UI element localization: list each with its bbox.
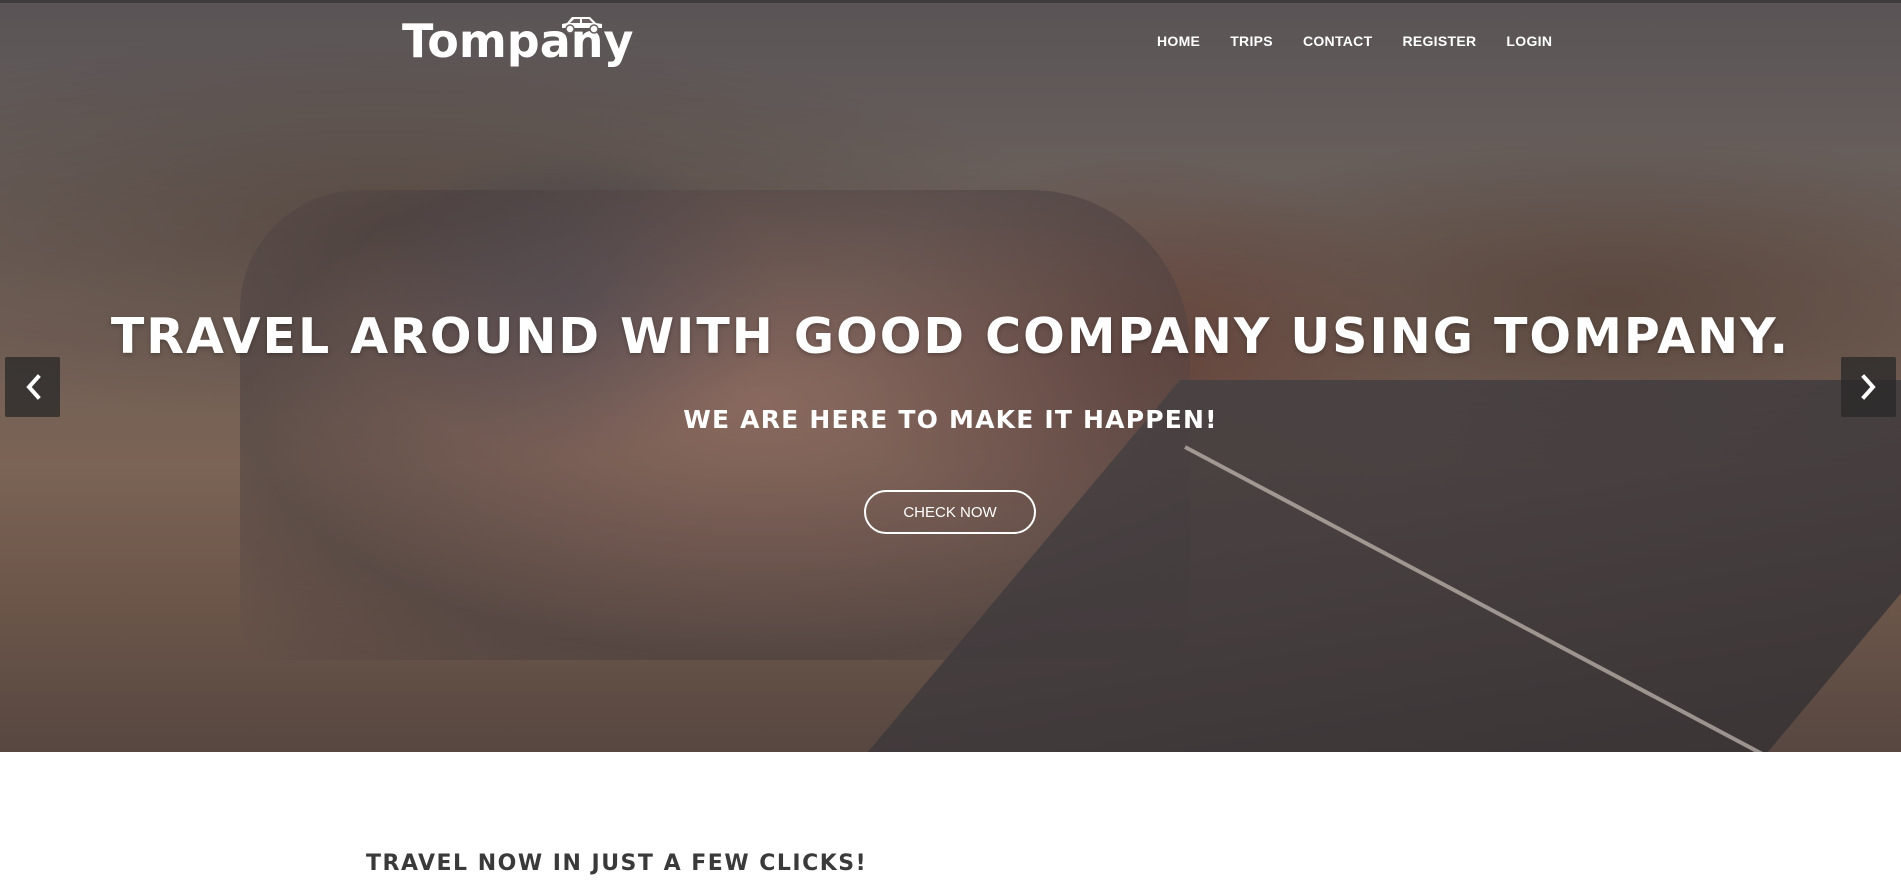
main-menu: HOME TRIPS CONTACT REGISTER LOGIN xyxy=(1157,33,1582,49)
hero-subheadline: WE ARE HERE TO MAKE IT HAPPEN! xyxy=(683,405,1218,434)
chevron-right-icon xyxy=(1860,374,1876,400)
check-now-button[interactable]: CHECK NOW xyxy=(864,490,1036,534)
carousel-next-button[interactable] xyxy=(1841,357,1896,417)
hero-carousel: Tompany HOME TRIPS CONTACT REGISTER LOGI… xyxy=(0,0,1901,752)
nav-login[interactable]: LOGIN xyxy=(1506,33,1552,49)
carousel-prev-button[interactable] xyxy=(5,357,60,417)
nav-contact[interactable]: CONTACT xyxy=(1303,33,1373,49)
hero-headline: TRAVEL AROUND WITH GOOD COMPANY USING TO… xyxy=(110,308,1791,365)
nav-register[interactable]: REGISTER xyxy=(1402,33,1476,49)
chevron-left-icon xyxy=(25,374,41,400)
car-icon xyxy=(562,17,602,34)
nav-home[interactable]: HOME xyxy=(1157,33,1200,49)
top-navbar: Tompany HOME TRIPS CONTACT REGISTER LOGI… xyxy=(0,0,1901,80)
nav-trips[interactable]: TRIPS xyxy=(1230,33,1273,49)
section-title: TRAVEL NOW IN JUST A FEW CLICKS! xyxy=(366,851,868,876)
